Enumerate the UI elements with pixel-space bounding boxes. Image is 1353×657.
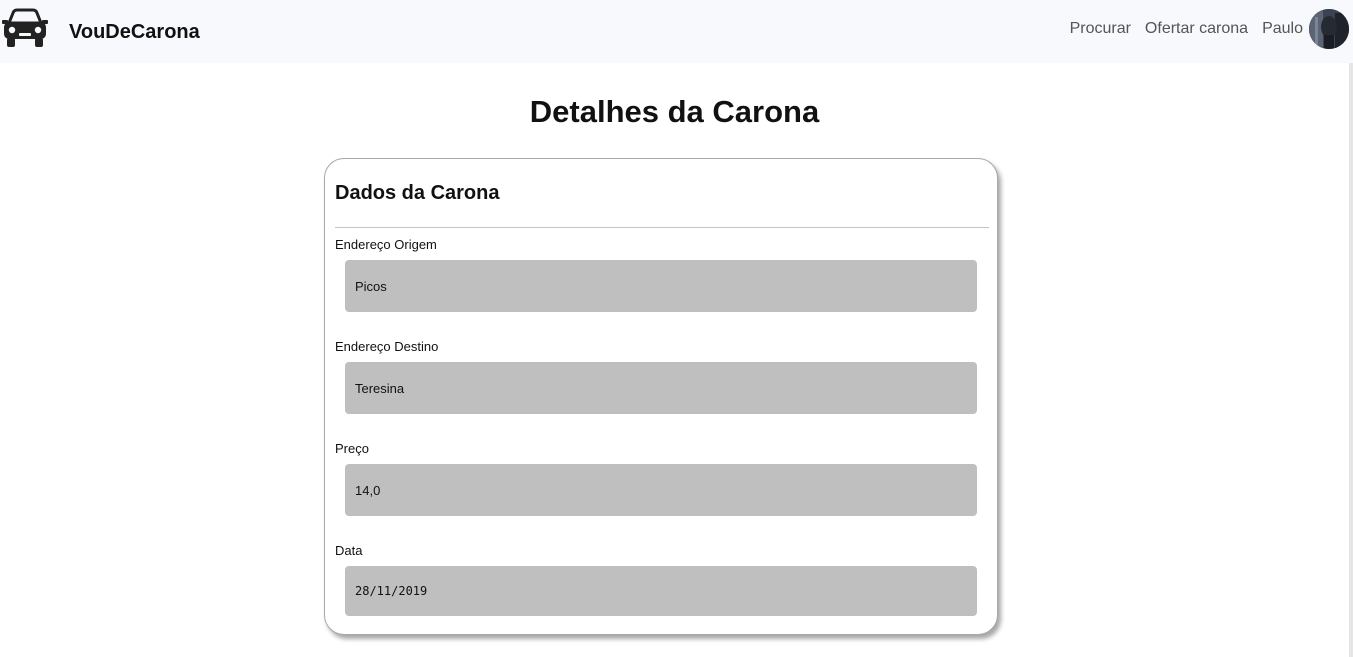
destination-label: Endereço Destino (335, 339, 439, 354)
divider (335, 227, 989, 228)
nav-link-procurar[interactable]: Procurar (1070, 20, 1131, 38)
page-title: Detalhes da Carona (529, 94, 820, 129)
user-name[interactable]: Paulo (1262, 20, 1303, 38)
scrollbar[interactable] (1349, 63, 1353, 657)
price-field[interactable] (345, 464, 977, 516)
date-field[interactable] (345, 566, 977, 616)
nav-link-ofertar-carona[interactable]: Ofertar carona (1145, 20, 1248, 38)
destination-field[interactable] (345, 362, 977, 414)
origin-field[interactable] (345, 260, 977, 312)
brand-name[interactable]: VouDeCarona (69, 21, 200, 44)
price-label: Preço (335, 441, 369, 456)
user-menu[interactable]: Paulo (1262, 9, 1353, 49)
ride-details-card: Dados da Carona Endereço Origem Endereço… (324, 158, 998, 635)
navbar: VouDeCarona Procurar Ofertar carona Paul… (0, 0, 1353, 63)
avatar[interactable] (1309, 9, 1349, 49)
nav-links: Procurar Ofertar carona Paulo (1056, 0, 1353, 58)
page: VouDeCarona Procurar Ofertar carona Paul… (0, 0, 1353, 657)
car-icon[interactable] (2, 7, 48, 49)
card-title: Dados da Carona (335, 182, 500, 204)
origin-label: Endereço Origem (335, 237, 437, 252)
date-label: Data (335, 543, 363, 558)
